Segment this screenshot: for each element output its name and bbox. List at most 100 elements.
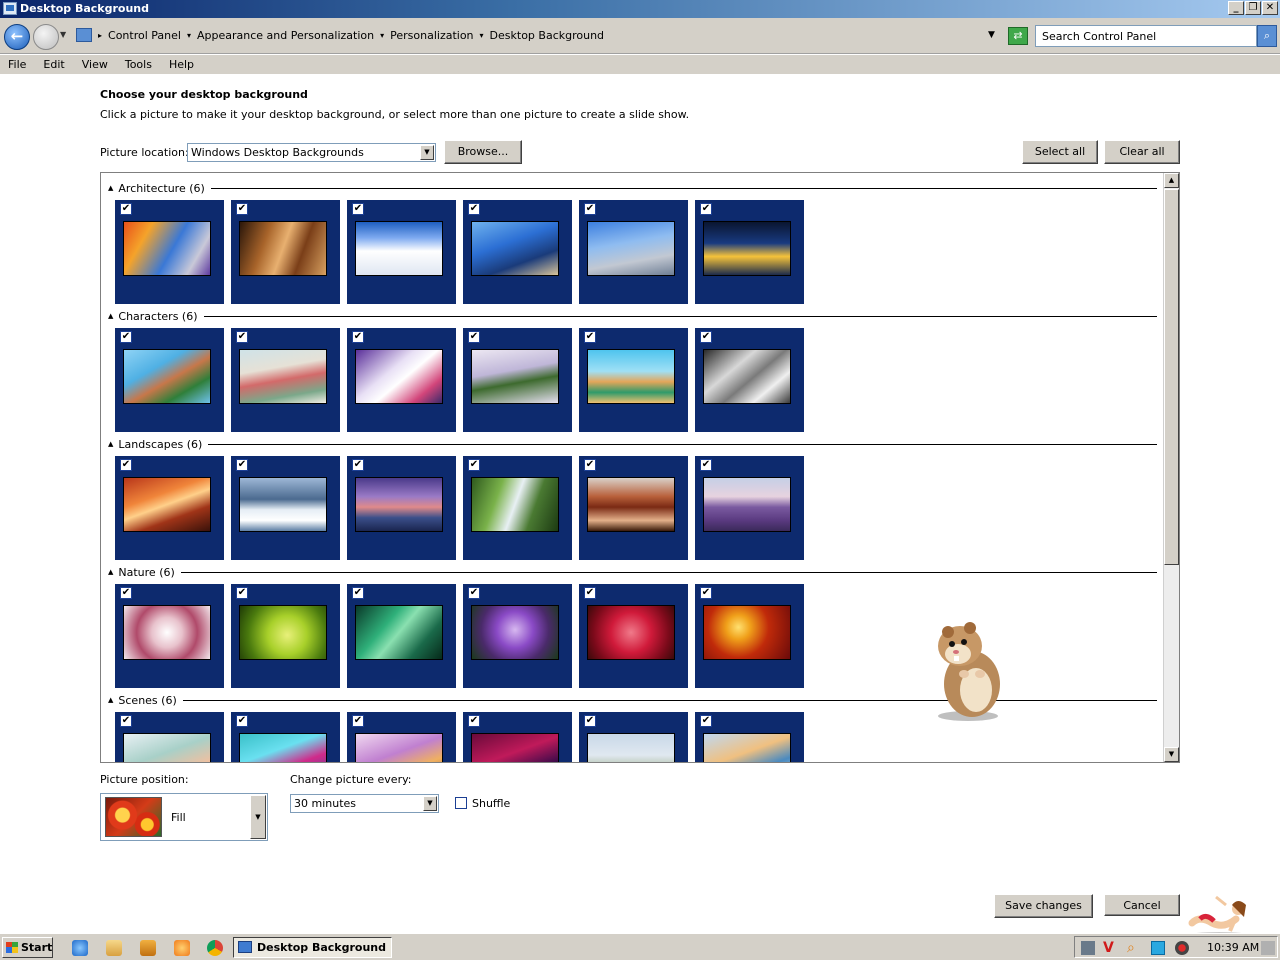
group-header[interactable]: ▲ Architecture (6)	[108, 181, 205, 195]
wallpaper-thumbnail[interactable]	[123, 477, 211, 532]
back-button[interactable]: ←	[4, 24, 30, 50]
breadcrumb-control-panel[interactable]: Control Panel	[108, 29, 181, 42]
chrome-icon[interactable]	[207, 940, 223, 956]
wallpaper-tile[interactable]: ✔	[347, 712, 456, 762]
select-all-button[interactable]: Select all	[1022, 140, 1098, 164]
wallpaper-tile[interactable]: ✔	[695, 456, 804, 560]
folder-icon[interactable]	[106, 940, 122, 956]
search-icon[interactable]: ⌕	[1257, 25, 1277, 47]
wallpaper-thumbnail[interactable]	[471, 733, 559, 762]
search-input[interactable]: Search Control Panel	[1035, 25, 1257, 47]
wallpaper-checkbox[interactable]: ✔	[120, 715, 132, 727]
wallpaper-checkbox[interactable]: ✔	[236, 587, 248, 599]
menu-help[interactable]: Help	[169, 55, 202, 74]
wallpaper-thumbnail[interactable]	[587, 477, 675, 532]
wallpaper-checkbox[interactable]: ✔	[468, 715, 480, 727]
search-icon[interactable]: ⌕	[1127, 941, 1141, 955]
picture-gallery[interactable]: ▲ ▼ ▲ Architecture (6) ✔ ✔ ✔ ✔ ✔ ✔ ▲ Characters (…	[100, 172, 1180, 763]
collapse-caret-icon[interactable]: ▲	[108, 696, 113, 704]
wallpaper-thumbnail[interactable]	[587, 221, 675, 276]
show-desktop-icon[interactable]	[1261, 941, 1275, 955]
wallpaper-tile[interactable]: ✔	[463, 712, 572, 762]
wallpaper-thumbnail[interactable]	[123, 221, 211, 276]
clear-all-button[interactable]: Clear all	[1104, 140, 1180, 164]
wallpaper-tile[interactable]: ✔	[579, 200, 688, 304]
chevron-down-icon[interactable]: ▼	[420, 145, 434, 160]
breadcrumb-desktop-background[interactable]: Desktop Background	[490, 29, 605, 42]
wallpaper-thumbnail[interactable]	[703, 733, 791, 762]
wallpaper-tile[interactable]: ✔	[463, 584, 572, 688]
wallpaper-checkbox[interactable]: ✔	[468, 587, 480, 599]
wallpaper-thumbnail[interactable]	[471, 221, 559, 276]
collapse-caret-icon[interactable]: ▲	[108, 312, 113, 320]
wallpaper-tile[interactable]: ✔	[695, 328, 804, 432]
wallpaper-thumbnail[interactable]	[123, 349, 211, 404]
restore-button[interactable]: ❐	[1245, 1, 1261, 15]
wallpaper-tile[interactable]: ✔	[579, 456, 688, 560]
wallpaper-thumbnail[interactable]	[471, 477, 559, 532]
wallpaper-checkbox[interactable]: ✔	[236, 203, 248, 215]
wallpaper-tile[interactable]: ✔	[579, 328, 688, 432]
breadcrumb-chevron-icon[interactable]: ▾	[187, 31, 191, 40]
wallpaper-checkbox[interactable]: ✔	[700, 331, 712, 343]
wallpaper-tile[interactable]: ✔	[463, 200, 572, 304]
internet-explorer-icon[interactable]	[72, 940, 88, 956]
wallpaper-tile[interactable]: ✔	[115, 200, 224, 304]
wallpaper-checkbox[interactable]: ✔	[700, 459, 712, 471]
wallpaper-thumbnail[interactable]	[703, 221, 791, 276]
wallpaper-tile[interactable]: ✔	[695, 712, 804, 762]
recent-pages-dropdown[interactable]: ▼	[60, 30, 66, 39]
wallpaper-tile[interactable]: ✔	[231, 712, 340, 762]
wallpaper-thumbnail[interactable]	[355, 733, 443, 762]
wallpaper-tile[interactable]: ✔	[347, 328, 456, 432]
wallpaper-checkbox[interactable]: ✔	[352, 203, 364, 215]
close-button[interactable]: ✕	[1262, 1, 1278, 15]
group-header[interactable]: ▲ Characters (6)	[108, 309, 198, 323]
wallpaper-thumbnail[interactable]	[703, 605, 791, 660]
wallpaper-checkbox[interactable]: ✔	[584, 715, 596, 727]
wallpaper-checkbox[interactable]: ✔	[468, 331, 480, 343]
breadcrumb-personalization[interactable]: Personalization	[390, 29, 473, 42]
wallpaper-tile[interactable]: ✔	[347, 456, 456, 560]
wallpaper-checkbox[interactable]: ✔	[236, 331, 248, 343]
wallpaper-checkbox[interactable]: ✔	[352, 587, 364, 599]
wallpaper-checkbox[interactable]: ✔	[120, 331, 132, 343]
forward-button[interactable]	[33, 24, 59, 50]
network-icon[interactable]	[1081, 941, 1095, 955]
start-button[interactable]: Start	[2, 937, 53, 958]
wallpaper-checkbox[interactable]: ✔	[236, 715, 248, 727]
wallpaper-thumbnail[interactable]	[471, 605, 559, 660]
wallpaper-checkbox[interactable]: ✔	[700, 203, 712, 215]
menu-tools[interactable]: Tools	[125, 55, 160, 74]
breadcrumb-appearance[interactable]: Appearance and Personalization	[197, 29, 374, 42]
wallpaper-thumbnail[interactable]	[355, 221, 443, 276]
media-player-icon[interactable]	[140, 940, 156, 956]
antivirus-icon[interactable]: V	[1103, 941, 1117, 955]
menu-view[interactable]: View	[82, 55, 116, 74]
wallpaper-checkbox[interactable]: ✔	[700, 587, 712, 599]
menu-edit[interactable]: Edit	[43, 55, 72, 74]
scroll-up-icon[interactable]: ▲	[1164, 173, 1179, 188]
wallpaper-checkbox[interactable]: ✔	[120, 203, 132, 215]
wallpaper-checkbox[interactable]: ✔	[236, 459, 248, 471]
menu-file[interactable]: File	[8, 55, 34, 74]
wallpaper-checkbox[interactable]: ✔	[120, 587, 132, 599]
wallpaper-tile[interactable]: ✔	[695, 200, 804, 304]
wallpaper-tile[interactable]: ✔	[115, 328, 224, 432]
wallpaper-thumbnail[interactable]	[703, 349, 791, 404]
wallpaper-tile[interactable]: ✔	[231, 328, 340, 432]
wallpaper-thumbnail[interactable]	[355, 477, 443, 532]
refresh-button[interactable]: ⇄	[1008, 27, 1028, 45]
wallpaper-tile[interactable]: ✔	[231, 584, 340, 688]
wallpaper-checkbox[interactable]: ✔	[584, 459, 596, 471]
scroll-down-icon[interactable]: ▼	[1164, 747, 1179, 762]
wallpaper-tile[interactable]: ✔	[347, 200, 456, 304]
wallpaper-thumbnail[interactable]	[239, 605, 327, 660]
wallpaper-thumbnail[interactable]	[703, 477, 791, 532]
wallpaper-tile[interactable]: ✔	[115, 712, 224, 762]
chevron-down-icon[interactable]: ▼	[250, 795, 266, 839]
save-changes-button[interactable]: Save changes	[994, 894, 1093, 918]
wallpaper-thumbnail[interactable]	[587, 733, 675, 762]
breadcrumb-chevron-icon[interactable]: ▸	[98, 31, 102, 40]
wallpaper-thumbnail[interactable]	[239, 477, 327, 532]
